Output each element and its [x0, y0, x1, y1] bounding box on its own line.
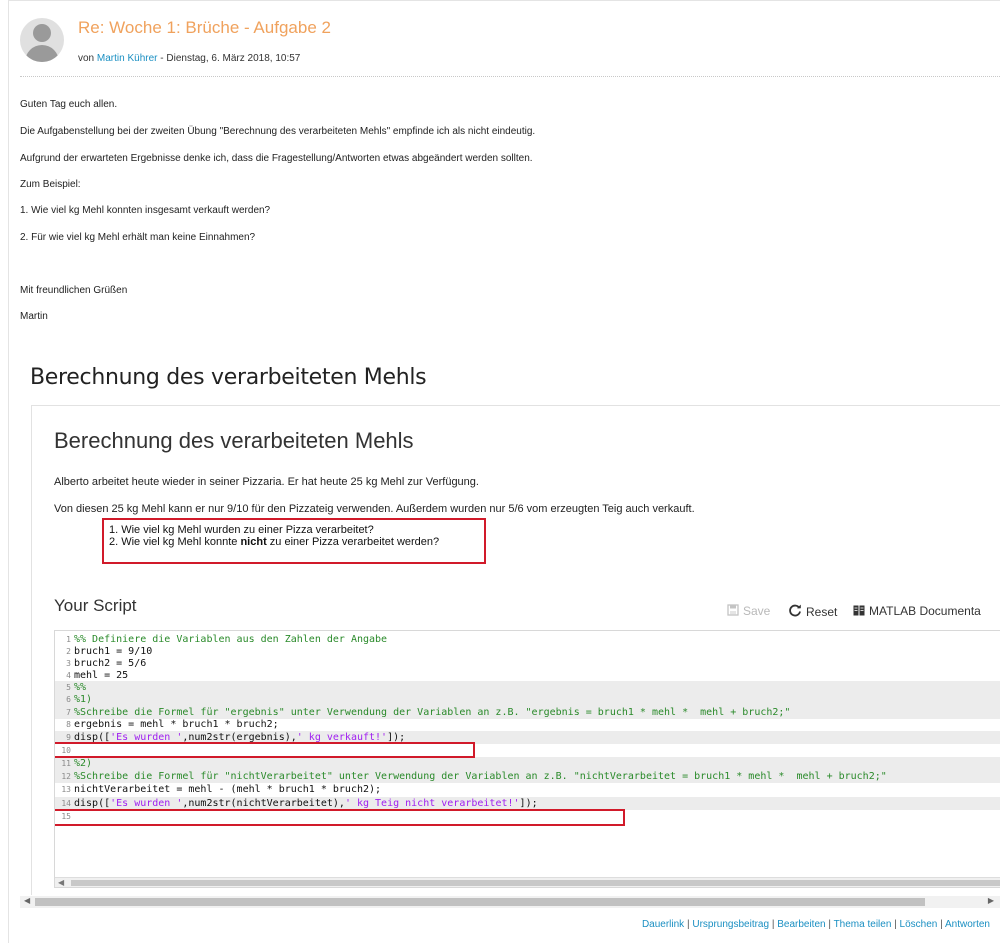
code-token: mehl = 25 [74, 670, 129, 681]
link-separator: | [825, 919, 834, 930]
code-token: ergebnis = mehl * bruch1 * bruch2; [74, 719, 279, 730]
line-number: 8 [66, 720, 71, 729]
body-paragraph: 1. Wie viel kg Mehl konnten insgesamt ve… [20, 205, 271, 216]
link-separator: | [891, 919, 900, 930]
line-number: 11 [61, 759, 71, 768]
code-token: bruch1 = 9/10 [74, 646, 153, 657]
link-separator: | [937, 919, 945, 930]
footer-link[interactable]: Löschen [900, 919, 938, 930]
body-paragraph: Mit freundlichen Grüßen [20, 285, 128, 296]
book-icon [853, 605, 865, 616]
editor-horizontal-scrollbar[interactable]: ◀ [55, 877, 1000, 887]
code-token: disp([ [74, 798, 111, 809]
code-token: %% Definiere die Variablen aus den Zahle… [74, 634, 388, 645]
code-token: ,num2str(nichtVerarbeitet), [182, 798, 345, 809]
line-number: 12 [61, 772, 71, 781]
footer-link[interactable]: Ursprungsbeitrag [692, 919, 769, 930]
footer-link[interactable]: Antworten [945, 919, 990, 930]
post-byline: von Martin Kührer - Dienstag, 6. März 20… [78, 53, 300, 64]
code-token: %Schreibe die Formel für "nichtVerarbeit… [74, 771, 887, 782]
link-separator: | [769, 919, 778, 930]
matlab-documentation-link[interactable]: MATLAB Documenta [853, 604, 981, 618]
code-token: 'Es wurden ' [110, 798, 183, 809]
code-editor[interactable]: ◀ 1%% Definiere die Variablen aus den Za… [54, 630, 1000, 888]
save-button[interactable]: Save [727, 604, 770, 618]
body-paragraph: Die Aufgabenstellung bei der zweiten Übu… [20, 126, 536, 137]
script-heading: Your Script [54, 596, 137, 615]
body-paragraph: Guten Tag euch allen. [20, 99, 118, 110]
footer-link[interactable]: Bearbeiten [777, 919, 825, 930]
code-token: bruch2 = 5/6 [74, 658, 147, 669]
line-number: 13 [61, 785, 71, 794]
code-token: %Schreibe die Formel für "ergebnis" unte… [74, 707, 791, 718]
code-line[interactable]: 11 %2) [55, 757, 1000, 770]
code-line[interactable]: 13 nichtVerarbeitet = mehl - (mehl * bruc… [55, 783, 1000, 796]
save-icon [727, 604, 739, 616]
author-link[interactable]: Martin Kührer [97, 53, 158, 64]
separator [20, 76, 1000, 77]
question-2: 2. Wie viel kg Mehl konnte nicht zu eine… [109, 536, 440, 548]
scroll-left-icon[interactable]: ◀ [24, 896, 30, 905]
footer-link[interactable]: Dauerlink [642, 919, 684, 930]
post-action-links: Dauerlink | Ursprungsbeitrag | Bearbeite… [642, 919, 990, 930]
code-line[interactable]: 8 ergebnis = mehl * bruch1 * bruch2; [55, 718, 1000, 731]
body-paragraph: Aufgrund der erwarteten Ergebnisse denke… [20, 153, 533, 164]
byline-prefix: von [78, 53, 95, 64]
code-token: %1) [74, 694, 93, 705]
scrollbar-thumb[interactable] [71, 880, 1000, 886]
task-questions-highlight: 1. Wie viel kg Mehl wurden zu einer Pizz… [102, 518, 486, 564]
question-1: 1. Wie viel kg Mehl wurden zu einer Pizz… [109, 524, 374, 536]
code-line[interactable]: 6 %1) [55, 693, 1000, 706]
reset-button[interactable]: Reset [789, 604, 837, 619]
post-date: - Dienstag, 6. März 2018, 10:57 [160, 53, 301, 64]
exercise-title: Berechnung des verarbeiteten Mehls [54, 428, 414, 453]
page-horizontal-scrollbar[interactable]: ◀ ▶ [20, 896, 1000, 908]
refresh-icon [789, 604, 801, 617]
code-line[interactable]: 12 %Schreibe die Formel für "nichtVerarbe… [55, 770, 1000, 783]
footer-link[interactable]: Thema teilen [834, 919, 892, 930]
body-paragraph: 2. Für wie viel kg Mehl erhält man keine… [20, 232, 256, 243]
code-token: ]); [519, 798, 538, 809]
exercise-paragraph: Von diesen 25 kg Mehl kann er nur 9/10 f… [54, 503, 695, 515]
attachment-heading: Berechnung des verarbeiteten Mehls [30, 365, 427, 390]
code-token: %% [74, 682, 87, 693]
code-token: ' kg Teig nicht verarbeitet!' [344, 798, 520, 809]
code-highlight-box [55, 742, 475, 758]
embedded-exercise: Berechnung des verarbeiteten Mehls Alber… [31, 405, 1000, 895]
scroll-left-icon[interactable]: ◀ [58, 878, 64, 887]
code-token: nichtVerarbeitet = mehl - (mehl * bruch1… [74, 784, 382, 795]
user-avatar-icon[interactable] [20, 18, 64, 62]
scroll-right-icon[interactable]: ▶ [988, 896, 994, 905]
exercise-paragraph: Alberto arbeitet heute wieder in seiner … [54, 476, 479, 488]
body-paragraph: Martin [20, 311, 48, 322]
line-number: 6 [66, 695, 71, 704]
body-paragraph: Zum Beispiel: [20, 179, 81, 190]
post-subject: Re: Woche 1: Brüche - Aufgabe 2 [78, 18, 331, 37]
code-token: %2) [74, 758, 93, 769]
scrollbar-thumb[interactable] [35, 898, 925, 906]
code-highlight-box [55, 809, 625, 826]
